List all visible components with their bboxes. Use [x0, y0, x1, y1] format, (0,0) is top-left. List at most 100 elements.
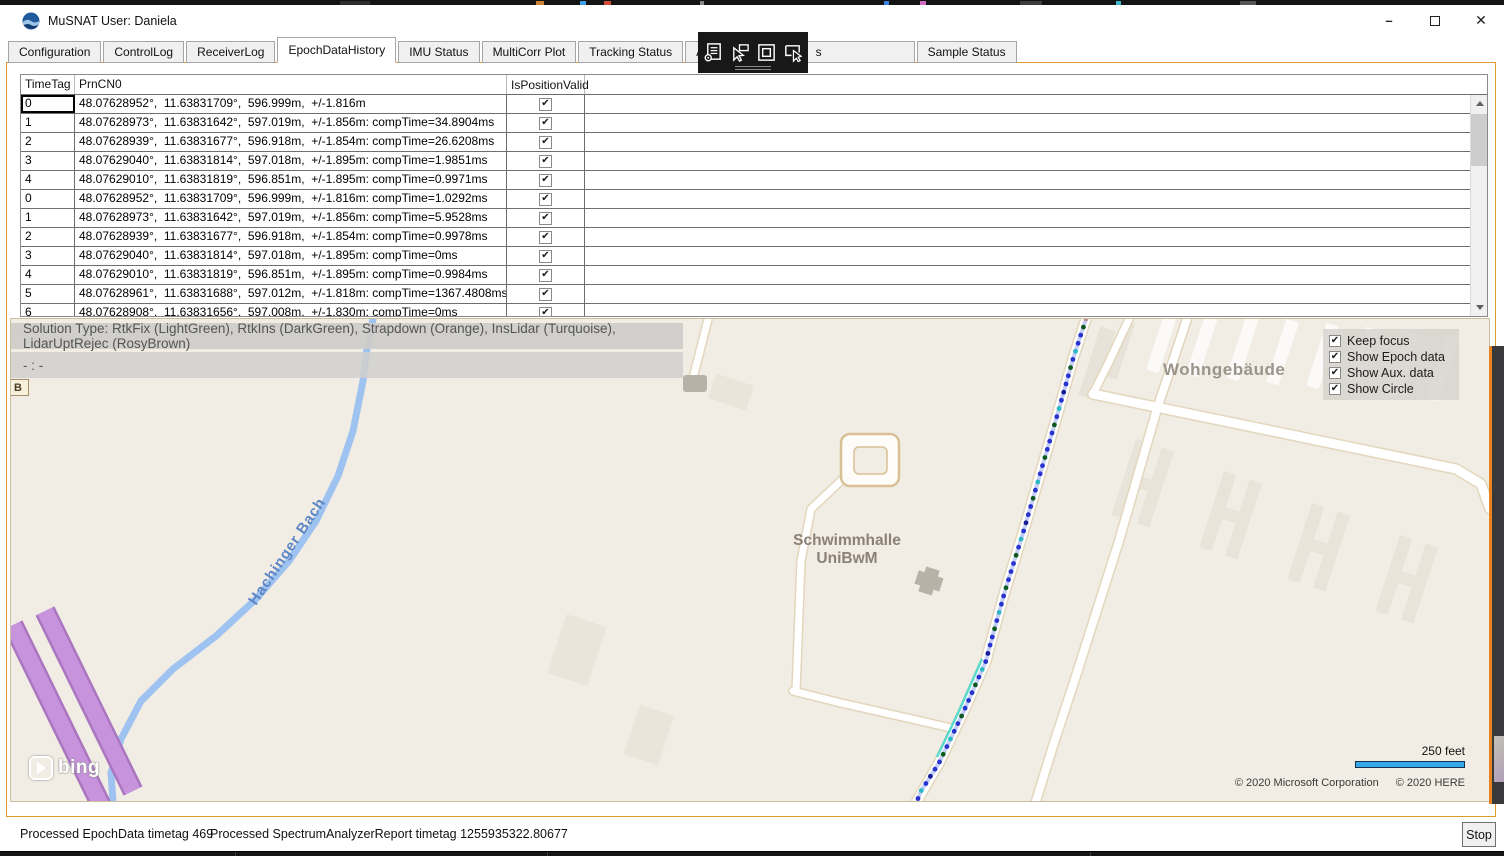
- cell-prncn0[interactable]: 48.07628961°, 11.63831688°, 597.012m, +/…: [75, 285, 507, 303]
- checkbox-checked-icon[interactable]: ✔: [1329, 335, 1341, 347]
- cell-ispositionvalid[interactable]: ✔: [507, 190, 585, 208]
- cell-ispositionvalid[interactable]: ✔: [507, 95, 585, 113]
- stop-button[interactable]: Stop: [1462, 822, 1496, 847]
- scrollbar-thumb[interactable]: [1471, 114, 1488, 166]
- cell-ispositionvalid[interactable]: ✔: [507, 114, 585, 132]
- cell-timetag[interactable]: 3: [21, 152, 75, 170]
- column-header-ispositionvalid[interactable]: IsPositionValid: [507, 75, 585, 94]
- checkbox-checked-icon[interactable]: ✔: [539, 307, 552, 318]
- cell-ispositionvalid[interactable]: ✔: [507, 152, 585, 170]
- cell-prncn0[interactable]: 48.07628952°, 11.63831709°, 596.999m, +/…: [75, 95, 507, 113]
- bing-logo-text: bing: [58, 757, 100, 779]
- cell-prncn0[interactable]: 48.07628939°, 11.63831677°, 596.918m, +/…: [75, 228, 507, 246]
- epoch-track-dot: [1016, 545, 1021, 550]
- cell-empty: [585, 266, 1487, 284]
- cell-timetag[interactable]: 0: [21, 95, 75, 113]
- cell-prncn0[interactable]: 48.07628973°, 11.63831642°, 597.019m, +/…: [75, 209, 507, 227]
- map-option-show-circle[interactable]: ✔Show Circle: [1329, 381, 1453, 396]
- cell-empty: [585, 114, 1487, 132]
- bing-logo[interactable]: bing: [29, 756, 100, 780]
- checkbox-checked-icon[interactable]: ✔: [539, 288, 552, 301]
- pointer-region-icon[interactable]: [782, 42, 803, 63]
- scroll-down-arrow-icon[interactable]: [1471, 299, 1488, 316]
- cell-prncn0[interactable]: 48.07628939°, 11.63831677°, 596.918m, +/…: [75, 133, 507, 151]
- checkbox-checked-icon[interactable]: ✔: [539, 155, 552, 168]
- tab-controllog[interactable]: ControlLog: [103, 41, 184, 63]
- cell-timetag[interactable]: 5: [21, 285, 75, 303]
- cell-ispositionvalid[interactable]: ✔: [507, 228, 585, 246]
- close-button[interactable]: ✕: [1458, 5, 1504, 36]
- checkbox-checked-icon[interactable]: ✔: [1329, 351, 1341, 363]
- checkbox-checked-icon[interactable]: ✔: [539, 231, 552, 244]
- cell-ispositionvalid[interactable]: ✔: [507, 304, 585, 317]
- cell-empty: [585, 247, 1487, 265]
- cell-timetag[interactable]: 4: [21, 171, 75, 189]
- cell-timetag[interactable]: 2: [21, 133, 75, 151]
- cell-ispositionvalid[interactable]: ✔: [507, 133, 585, 151]
- cell-ispositionvalid[interactable]: ✔: [507, 209, 585, 227]
- map-view[interactable]: Wohngebäude Schwimmhalle UniBwM Hachinge…: [10, 318, 1490, 802]
- cell-timetag[interactable]: 6: [21, 304, 75, 317]
- checkbox-checked-icon[interactable]: ✔: [539, 193, 552, 206]
- cell-timetag[interactable]: 1: [21, 114, 75, 132]
- toolbar-drag-handle[interactable]: [735, 66, 771, 70]
- checkbox-checked-icon[interactable]: ✔: [1329, 367, 1341, 379]
- cell-timetag[interactable]: 4: [21, 266, 75, 284]
- checkbox-checked-icon[interactable]: ✔: [539, 117, 552, 130]
- checkbox-checked-icon[interactable]: ✔: [539, 98, 552, 111]
- epoch-track-dot: [952, 729, 957, 734]
- checkbox-checked-icon[interactable]: ✔: [539, 250, 552, 263]
- tab-covered-by-toolbar[interactable]: s: [805, 41, 915, 63]
- scroll-up-arrow-icon[interactable]: [1471, 95, 1488, 112]
- cell-timetag[interactable]: 0: [21, 190, 75, 208]
- map-option-show-epoch-data[interactable]: ✔Show Epoch data: [1329, 349, 1453, 364]
- map-option-show-aux-data[interactable]: ✔Show Aux. data: [1329, 365, 1453, 380]
- cell-ispositionvalid[interactable]: ✔: [507, 171, 585, 189]
- tab-configuration[interactable]: Configuration: [8, 41, 101, 63]
- tab-sample-status[interactable]: Sample Status: [917, 41, 1017, 63]
- column-header-timetag[interactable]: TimeTag: [21, 75, 75, 94]
- cell-prncn0[interactable]: 48.07628973°, 11.63831642°, 597.019m, +/…: [75, 114, 507, 132]
- map-attribution: © 2020 Microsoft Corporation © 2020 HERE: [1235, 777, 1465, 789]
- cell-prncn0[interactable]: 48.07629040°, 11.63831814°, 597.018m, +/…: [75, 247, 507, 265]
- cell-ispositionvalid[interactable]: ✔: [507, 266, 585, 284]
- minimize-button[interactable]: –: [1366, 5, 1412, 36]
- cell-prncn0[interactable]: 48.07629040°, 11.63831814°, 597.018m, +/…: [75, 152, 507, 170]
- frame-select-icon[interactable]: [756, 42, 777, 63]
- window-title: MuSNAT User: Daniela: [48, 14, 177, 28]
- epoch-track-dot: [1061, 390, 1066, 395]
- tab-multicorr-plot[interactable]: MultiCorr Plot: [482, 41, 577, 63]
- table-scrollbar[interactable]: [1470, 95, 1487, 316]
- small-building: [683, 375, 707, 392]
- solution-type-legend-bar: Solution Type: RtkFix (LightGreen), RtkI…: [11, 323, 683, 349]
- checkbox-checked-icon[interactable]: ✔: [539, 174, 552, 187]
- checkbox-checked-icon[interactable]: ✔: [539, 136, 552, 149]
- cell-empty: [585, 228, 1487, 246]
- pointer-tooltip-icon[interactable]: [729, 42, 750, 63]
- tab-receiverlog[interactable]: ReceiverLog: [186, 41, 275, 63]
- column-header-prncn0[interactable]: PrnCN0: [75, 75, 507, 94]
- cell-prncn0[interactable]: 48.07628908°, 11.63831656°, 597.008m, +/…: [75, 304, 507, 317]
- tab-imu-status[interactable]: IMU Status: [398, 41, 479, 63]
- epoch-track-dot: [983, 659, 988, 664]
- cell-ispositionvalid[interactable]: ✔: [507, 247, 585, 265]
- cell-prncn0[interactable]: 48.07629010°, 11.63831819°, 596.851m, +/…: [75, 171, 507, 189]
- epoch-list-settings-icon[interactable]: [703, 42, 724, 63]
- cell-timetag[interactable]: 2: [21, 228, 75, 246]
- cell-timetag[interactable]: 3: [21, 247, 75, 265]
- tab-epochdatahistory[interactable]: EpochDataHistory: [277, 37, 396, 63]
- tab-tracking-status[interactable]: Tracking Status: [578, 41, 683, 63]
- cell-prncn0[interactable]: 48.07629010°, 11.63831819°, 596.851m, +/…: [75, 266, 507, 284]
- maximize-button[interactable]: [1412, 5, 1458, 36]
- map-option-keep-focus[interactable]: ✔Keep focus: [1329, 333, 1453, 348]
- cell-prncn0[interactable]: 48.07628952°, 11.63831709°, 596.999m, +/…: [75, 190, 507, 208]
- table-row: 048.07628952°, 11.63831709°, 596.999m, +…: [21, 190, 1487, 209]
- table-row: 348.07629040°, 11.63831814°, 597.018m, +…: [21, 152, 1487, 171]
- checkbox-checked-icon[interactable]: ✔: [1329, 383, 1341, 395]
- checkbox-checked-icon[interactable]: ✔: [539, 269, 552, 282]
- map-status-bar: - : -: [11, 352, 683, 378]
- cell-ispositionvalid[interactable]: ✔: [507, 285, 585, 303]
- epoch-track-dot: [1050, 431, 1055, 436]
- cell-timetag[interactable]: 1: [21, 209, 75, 227]
- checkbox-checked-icon[interactable]: ✔: [539, 212, 552, 225]
